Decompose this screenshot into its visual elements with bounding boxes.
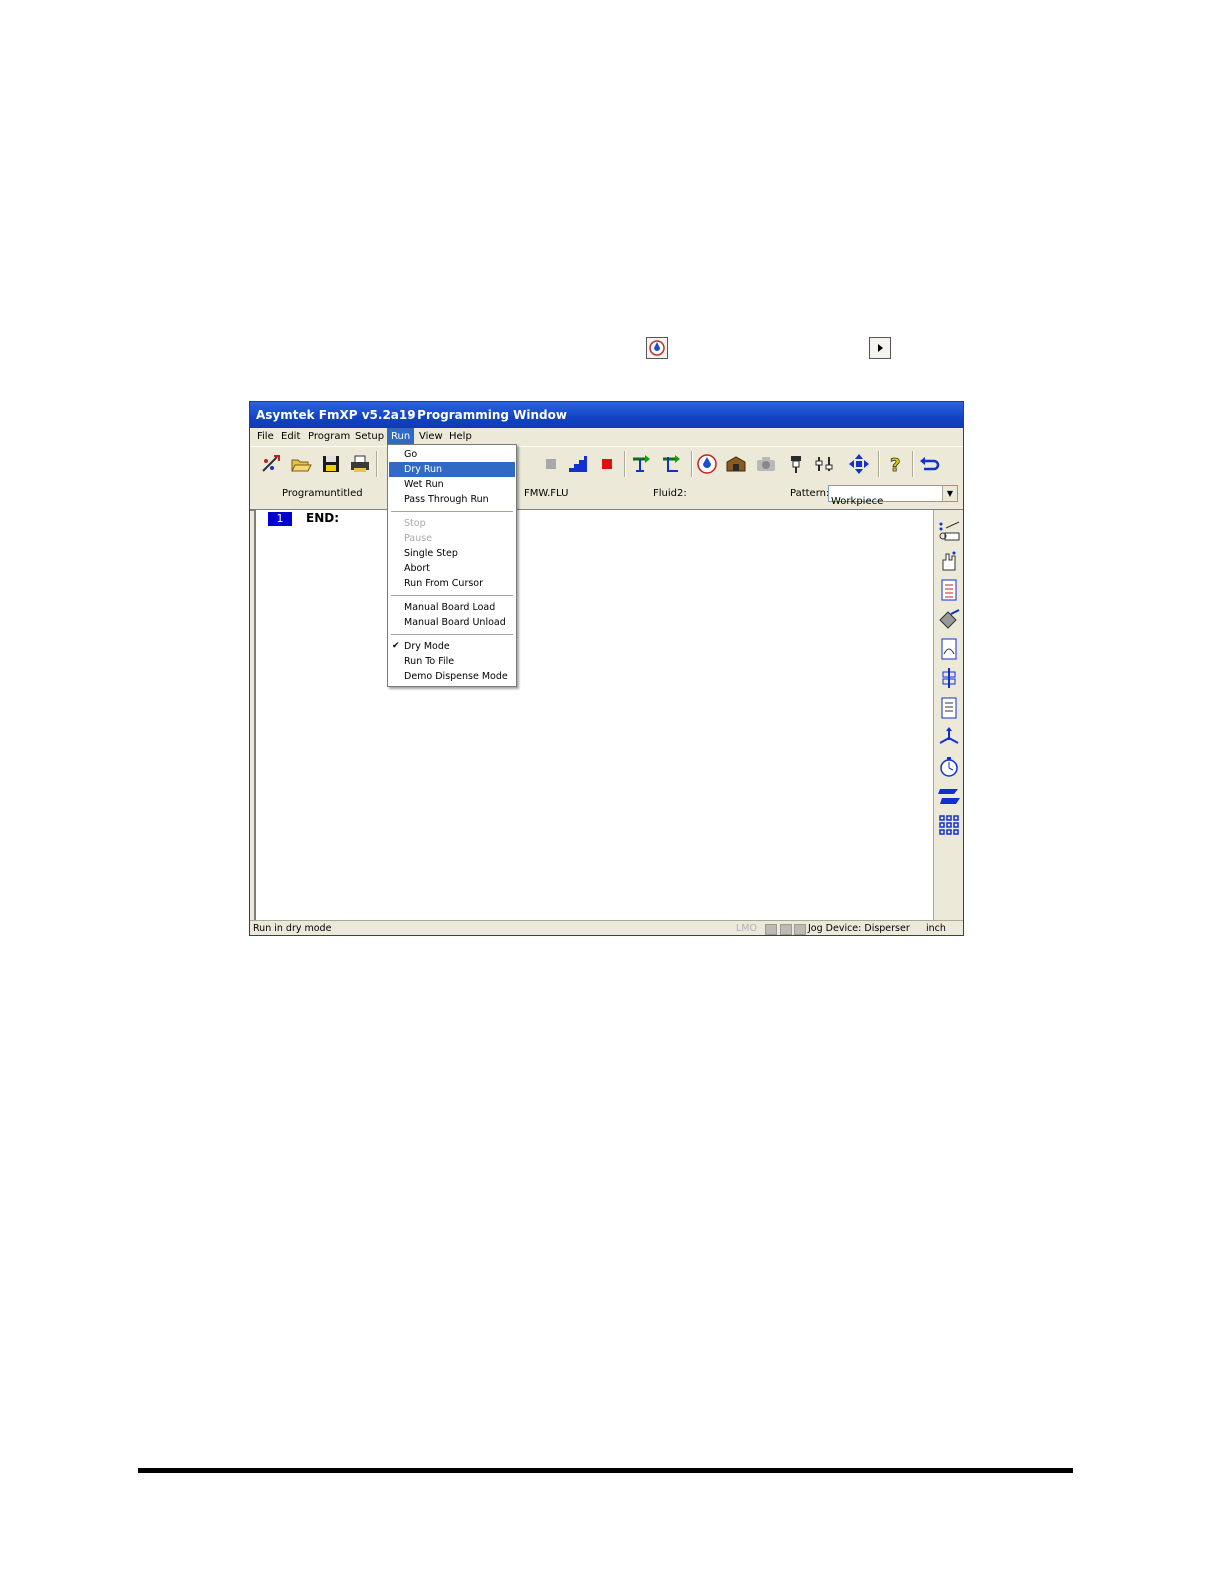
window-title: - Programming Window (408, 408, 567, 422)
chevron-down-icon[interactable]: ▼ (942, 486, 957, 501)
status-led (794, 924, 806, 935)
program-name: untitled (324, 488, 363, 499)
toolbar-separator (376, 451, 378, 477)
fluid-file: FMW.FLU (524, 488, 569, 499)
page-chart-icon[interactable] (937, 638, 961, 660)
menu-edit[interactable]: Edit (277, 428, 304, 446)
menu-item-single-step[interactable]: Single Step (389, 546, 515, 561)
toolbar-separator (691, 451, 693, 477)
camera-icon[interactable] (755, 453, 777, 475)
hand-command-icon[interactable] (937, 550, 961, 572)
status-message: Run in dry mode (253, 923, 332, 934)
status-led (765, 924, 777, 935)
z-axis-icon[interactable] (937, 786, 961, 808)
status-bar: Run in dry mode LMO Jog Device: Disperse… (250, 920, 963, 935)
checkmark-icon: ✔ (392, 641, 400, 651)
menu-separator (391, 511, 513, 512)
menu-item-run-from-cursor[interactable]: Run From Cursor (389, 576, 515, 591)
page-footer-rule (138, 1468, 1073, 1473)
menu-setup[interactable]: Setup (351, 428, 388, 446)
toolbar-separator (912, 451, 914, 477)
menu-file[interactable]: File (253, 428, 278, 446)
pattern-select[interactable]: Workpiece ▼ (828, 485, 958, 507)
menu-item-demo-dispense-mode[interactable]: Demo Dispense Mode (389, 669, 515, 684)
app-title: Asymtek FmXP v5.2a19 (256, 408, 416, 422)
menu-item-pass-through-run[interactable]: Pass Through Run (389, 492, 515, 507)
menu-program[interactable]: Program (304, 428, 354, 446)
pattern-value: Workpiece (831, 496, 884, 507)
lmo-indicator: LMO (736, 923, 757, 934)
menu-item-manual-board-load[interactable]: Manual Board Load (389, 600, 515, 615)
toolbar: ? (250, 446, 963, 482)
jog-device: Jog Device: Disperser (808, 923, 910, 934)
help-icon[interactable]: ? (885, 453, 907, 477)
dispense-icon (646, 337, 668, 359)
document-red-icon[interactable] (937, 579, 961, 601)
timer-icon[interactable] (937, 756, 961, 778)
step-icon[interactable] (567, 453, 589, 475)
menu-item-dry-mode[interactable]: ✔ Dry Mode (389, 639, 515, 654)
menu-item-go[interactable]: Go (389, 447, 515, 462)
toolbar-separator (878, 451, 880, 477)
menu-item-run-to-file[interactable]: Run To File (389, 654, 515, 669)
run-menu-dropdown: Go Dry Run Wet Run Pass Through Run Stop… (387, 444, 517, 687)
menu-item-stop[interactable]: Stop (389, 516, 515, 531)
program-editor[interactable]: 1 END: (254, 510, 934, 920)
needle-icon[interactable] (785, 453, 807, 475)
title-bar[interactable]: Asymtek FmXP v5.2a19 - Programming Windo… (250, 402, 963, 428)
line-number[interactable]: 1 (268, 512, 292, 526)
stop-icon[interactable] (596, 453, 618, 475)
svg-text:?: ? (890, 455, 900, 475)
menu-separator (391, 634, 513, 635)
application-window: Asymtek FmXP v5.2a19 - Programming Windo… (249, 401, 964, 936)
play-icon (869, 337, 891, 359)
move-arrows-icon[interactable] (937, 726, 961, 748)
move-up-arrow-icon[interactable] (630, 453, 652, 475)
units: inch (926, 923, 946, 934)
menu-separator (391, 595, 513, 596)
pause-icon[interactable] (540, 453, 562, 475)
fluid2-label: Fluid2: (653, 488, 687, 499)
new-program-icon[interactable] (260, 453, 282, 475)
dispense-icon[interactable] (696, 453, 718, 475)
info-bar: Program: untitled FMW.FLU Fluid2: Patter… (250, 481, 963, 511)
save-icon[interactable] (320, 453, 342, 475)
home-station-icon[interactable] (725, 453, 747, 475)
tool-book-icon[interactable] (937, 608, 961, 630)
move-down-arrow-icon[interactable] (660, 453, 682, 475)
menu-item-dry-run[interactable]: Dry Run (389, 462, 515, 477)
menu-item-wet-run[interactable]: Wet Run (389, 477, 515, 492)
program-label: Program: (282, 488, 328, 499)
undo-icon[interactable] (918, 453, 940, 475)
status-led (780, 924, 792, 935)
menu-item-pause[interactable]: Pause (389, 531, 515, 546)
toolbar-separator (624, 451, 626, 477)
program-line[interactable]: END: (306, 511, 339, 525)
menu-item-abort[interactable]: Abort (389, 561, 515, 576)
align-icon[interactable] (937, 667, 961, 689)
print-icon[interactable] (349, 453, 371, 475)
command-sidebar (933, 510, 963, 920)
calibration-icon[interactable] (813, 453, 835, 475)
document-icon[interactable] (937, 697, 961, 719)
grid-array-icon[interactable] (937, 814, 961, 836)
dot-command-icon[interactable] (937, 520, 961, 542)
menu-item-manual-board-unload[interactable]: Manual Board Unload (389, 615, 515, 630)
menu-bar: File Edit Program Setup Run View Help (250, 428, 963, 446)
open-folder-icon[interactable] (290, 453, 312, 475)
pattern-label: Pattern: (790, 488, 830, 499)
jog-arrows-icon[interactable] (848, 453, 870, 475)
